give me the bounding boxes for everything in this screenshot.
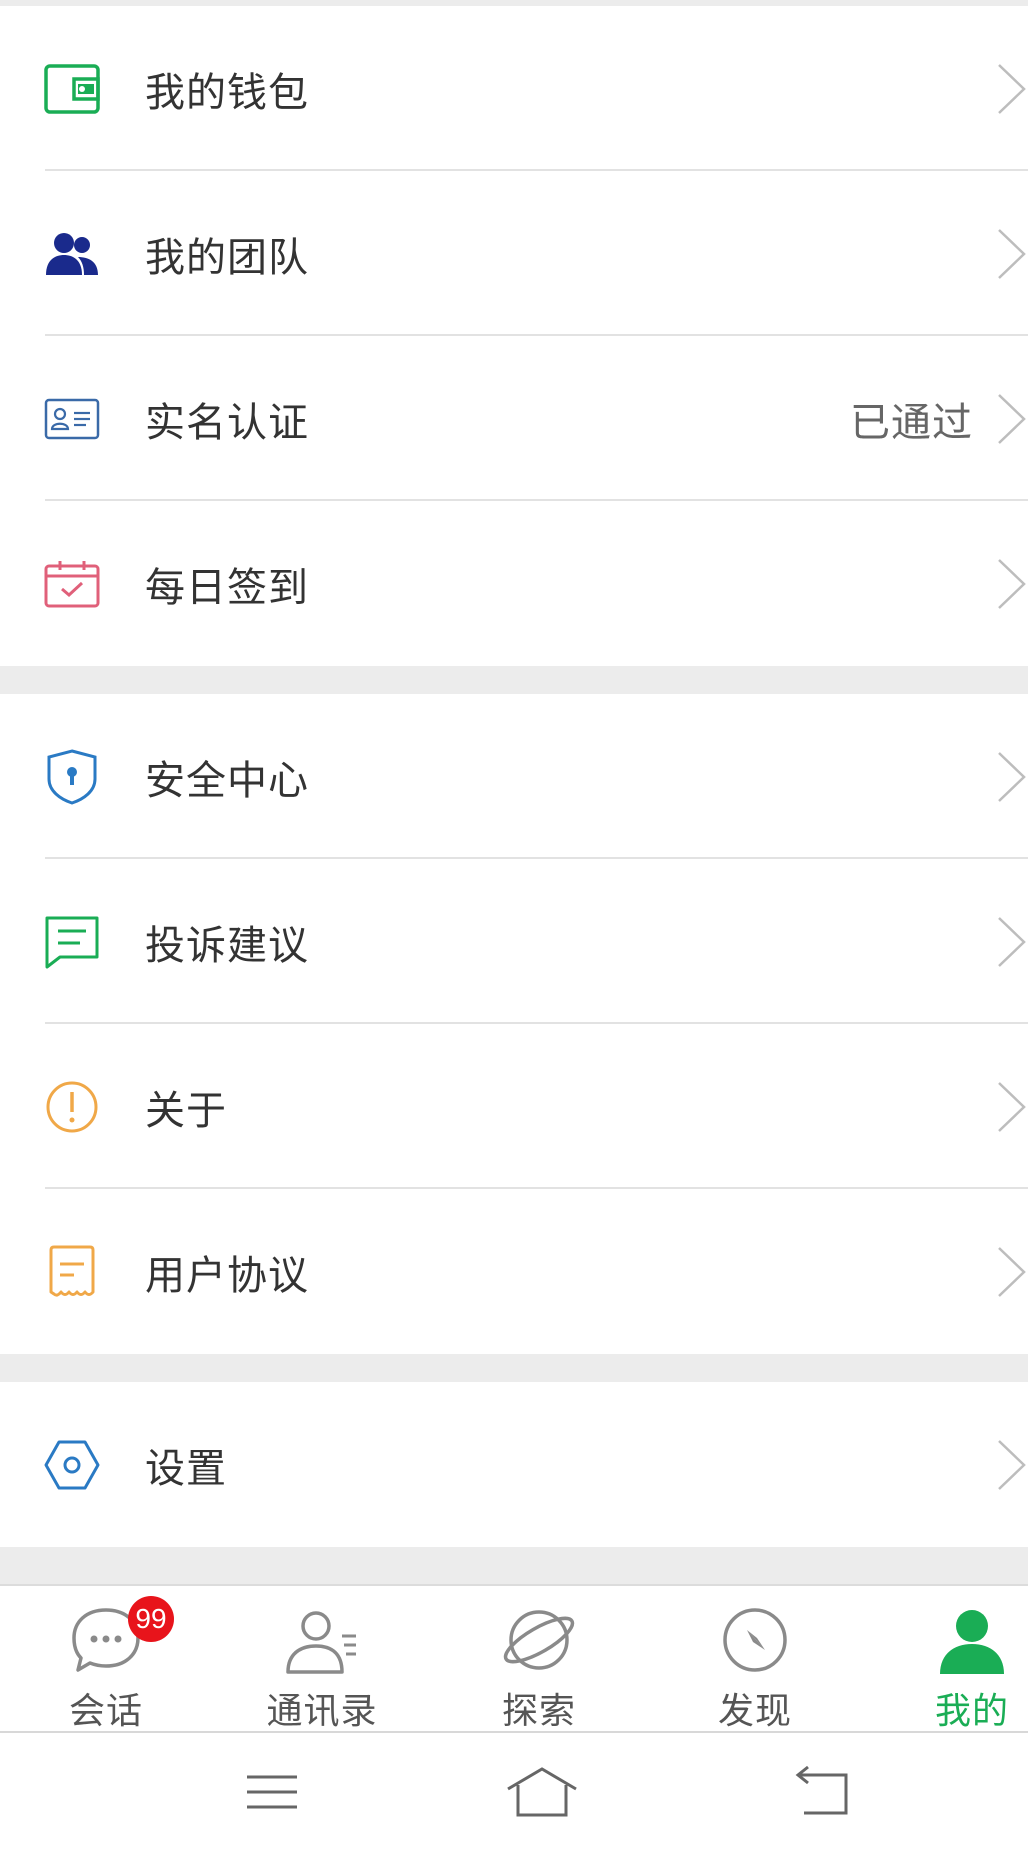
- menu-button[interactable]: [232, 1763, 312, 1823]
- person-icon: [934, 1602, 1010, 1678]
- tab-me[interactable]: 我的: [872, 1586, 1028, 1733]
- system-nav-bar: [0, 1731, 1028, 1856]
- bottom-tab-bar: 99 会话 通讯录 探索 发现 我的: [0, 1584, 1028, 1733]
- tab-label: 我的: [934, 1691, 1009, 1732]
- info-icon: [44, 1079, 100, 1135]
- menu-item-label: 设置: [145, 1445, 227, 1492]
- menu-item-settings[interactable]: 设置: [0, 1382, 1028, 1547]
- back-icon: [795, 1765, 848, 1815]
- tab-contacts[interactable]: 通讯录: [222, 1586, 422, 1733]
- id-card-icon: [44, 391, 100, 447]
- menu-item-user-agreement[interactable]: 用户协议: [0, 1189, 1028, 1354]
- tab-label: 会话: [68, 1691, 143, 1732]
- menu-item-security-center[interactable]: 安全中心: [0, 694, 1028, 859]
- menu-item-label: 我的钱包: [145, 69, 309, 116]
- tab-discover[interactable]: 发现: [655, 1586, 855, 1733]
- contacts-icon: [284, 1602, 360, 1678]
- tab-explore[interactable]: 探索: [439, 1586, 639, 1733]
- calendar-check-icon: [44, 556, 100, 612]
- home-button[interactable]: [502, 1763, 582, 1823]
- chevron-right-icon: [998, 1246, 1026, 1297]
- menu-item-wallet[interactable]: 我的钱包: [0, 6, 1028, 171]
- wallet-icon: [44, 61, 100, 117]
- back-button[interactable]: [786, 1763, 866, 1823]
- settings-icon: [44, 1437, 100, 1493]
- chevron-right-icon: [998, 1081, 1026, 1132]
- chevron-right-icon: [998, 393, 1026, 444]
- menu-group-settings: 设置: [0, 1382, 1028, 1547]
- menu-item-feedback[interactable]: 投诉建议: [0, 859, 1028, 1024]
- menu-item-real-name[interactable]: 实名认证 已通过: [0, 336, 1028, 501]
- chevron-right-icon: [998, 228, 1026, 279]
- menu-item-label: 每日签到: [145, 564, 309, 611]
- unread-badge: 99: [128, 1596, 174, 1642]
- chevron-right-icon: [998, 558, 1026, 609]
- menu-item-label: 用户协议: [145, 1252, 309, 1299]
- agreement-icon: [44, 1244, 100, 1300]
- menu-item-label: 关于: [145, 1087, 227, 1134]
- tab-label: 通讯录: [266, 1691, 378, 1732]
- tab-chat[interactable]: 99 会话: [6, 1586, 206, 1733]
- feedback-icon: [44, 914, 100, 970]
- shield-icon: [44, 748, 100, 805]
- menu-group-account: 我的钱包 我的团队 实名认证 已通过 每日签到: [0, 6, 1028, 666]
- menu-item-about[interactable]: 关于: [0, 1024, 1028, 1189]
- menu-item-team[interactable]: 我的团队: [0, 171, 1028, 336]
- menu-item-label: 安全中心: [145, 757, 309, 804]
- menu-item-label: 我的团队: [145, 234, 309, 281]
- menu-item-daily-checkin[interactable]: 每日签到: [0, 501, 1028, 666]
- team-icon: [44, 226, 100, 282]
- menu-item-label: 实名认证: [145, 399, 309, 446]
- chevron-right-icon: [998, 916, 1026, 967]
- chat-icon: 99: [68, 1596, 174, 1678]
- profile-page: 我的钱包 我的团队 实名认证 已通过 每日签到 安全中心 投诉建议 关于 用户协…: [0, 0, 1028, 1856]
- planet-icon: [501, 1602, 577, 1678]
- menu-group-support: 安全中心 投诉建议 关于 用户协议: [0, 694, 1028, 1354]
- home-icon: [507, 1767, 577, 1817]
- tab-label: 发现: [717, 1691, 792, 1732]
- chevron-right-icon: [998, 751, 1026, 802]
- chevron-right-icon: [998, 1439, 1026, 1490]
- compass-icon: [717, 1602, 793, 1678]
- tab-label: 探索: [501, 1691, 576, 1732]
- chevron-right-icon: [998, 63, 1026, 114]
- verification-status: 已通过: [850, 399, 973, 446]
- menu-item-label: 投诉建议: [145, 922, 309, 969]
- hamburger-icon: [247, 1775, 297, 1809]
